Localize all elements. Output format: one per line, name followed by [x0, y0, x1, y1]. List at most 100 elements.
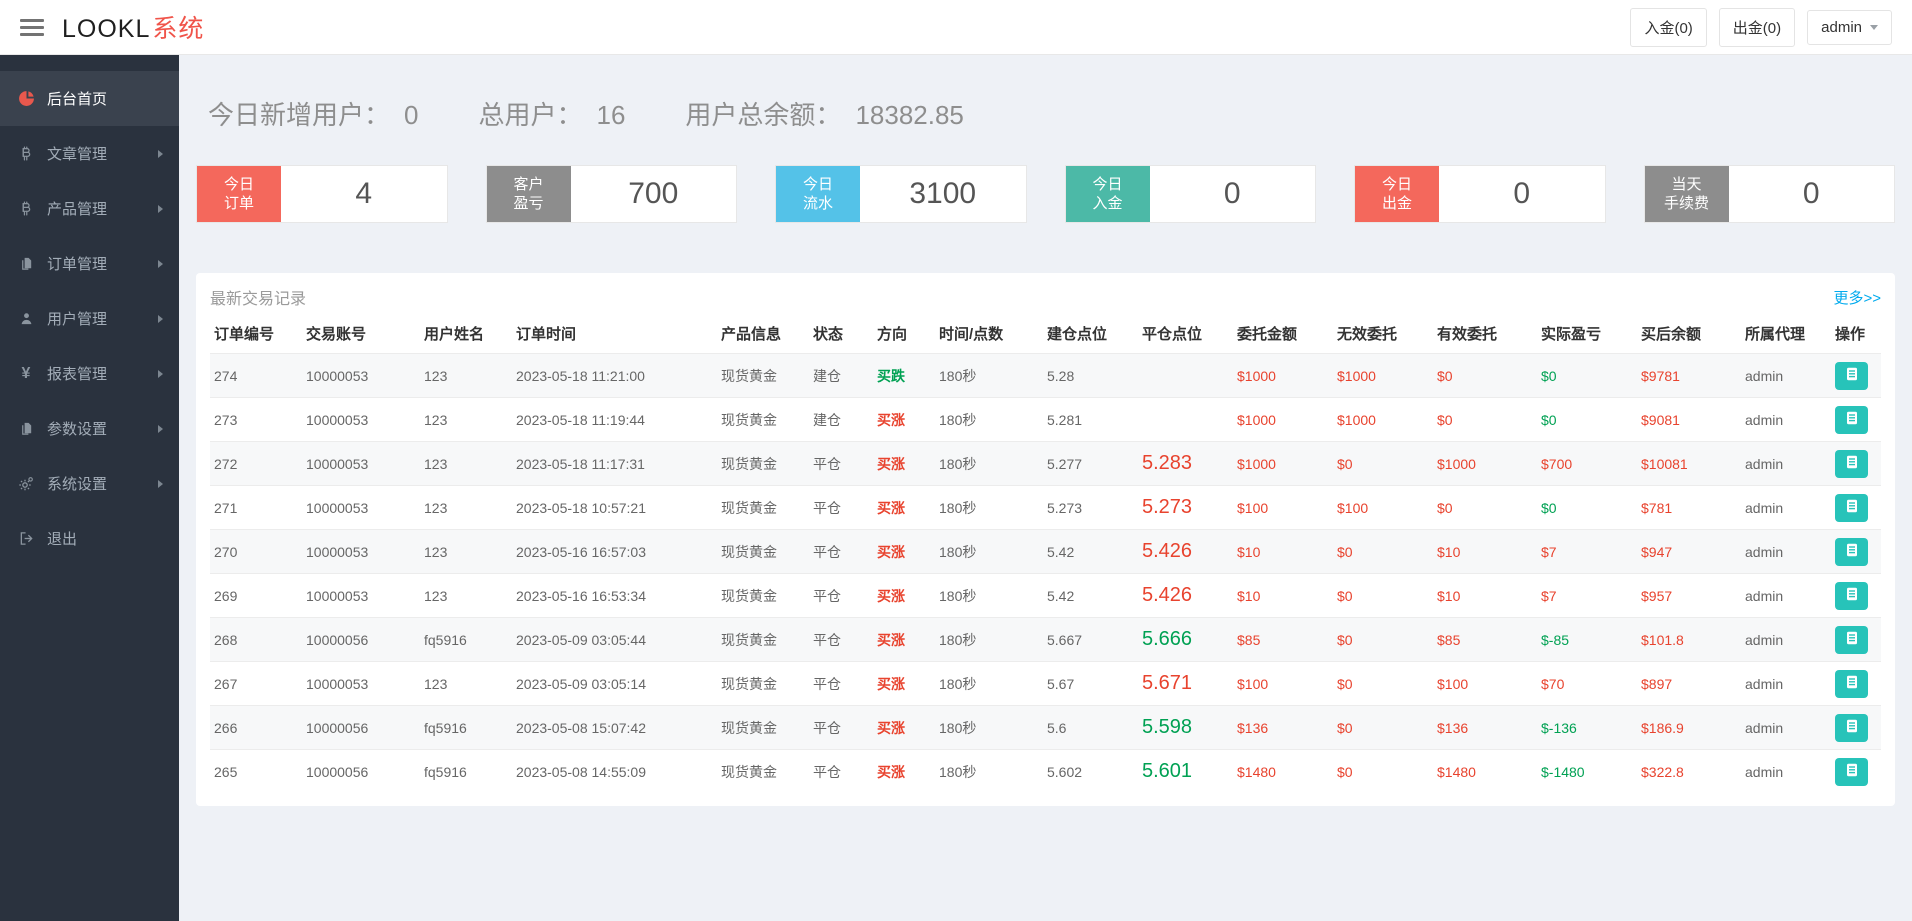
view-detail-button[interactable]	[1835, 494, 1868, 522]
cell-balance-after: $186.9	[1637, 706, 1741, 750]
cell-agent: admin	[1741, 618, 1831, 662]
detail-list-icon	[1844, 630, 1860, 649]
table-row: 271100000531232023-05-18 10:57:21现货黄金平仓买…	[210, 486, 1881, 530]
deposit-button[interactable]: 入金(0)	[1630, 8, 1706, 47]
copy-pages-icon	[16, 256, 36, 271]
card-label: 今日入金	[1066, 166, 1150, 222]
cell-user-name: 123	[420, 662, 512, 706]
card-label: 当天手续费	[1645, 166, 1729, 222]
cell-direction: 买涨	[873, 530, 935, 574]
cell-status: 平仓	[809, 442, 873, 486]
copy-pages-icon	[16, 421, 36, 436]
cell-account: 10000053	[302, 354, 420, 398]
column-header: 实际盈亏	[1537, 313, 1637, 354]
sidebar-item-system[interactable]: 系统设置	[0, 456, 179, 511]
cell-actions	[1831, 486, 1881, 530]
cell-duration: 180秒	[935, 574, 1043, 618]
cell-actual-pnl: $-136	[1537, 706, 1637, 750]
withdraw-button[interactable]: 出金(0)	[1719, 8, 1795, 47]
cell-order-id: 270	[210, 530, 302, 574]
cell-agent: admin	[1741, 574, 1831, 618]
sidebar-item-users[interactable]: 用户管理	[0, 291, 179, 346]
cell-invalid-entrust: $1000	[1333, 398, 1433, 442]
sidebar-item-orders[interactable]: 订单管理	[0, 236, 179, 291]
cell-duration: 180秒	[935, 486, 1043, 530]
card-value: 4	[281, 166, 447, 222]
cell-order-time: 2023-05-18 11:17:31	[512, 442, 717, 486]
column-header: 状态	[809, 313, 873, 354]
view-detail-button[interactable]	[1835, 670, 1868, 698]
cell-order-id: 273	[210, 398, 302, 442]
cell-agent: admin	[1741, 706, 1831, 750]
cell-actual-pnl: $70	[1537, 662, 1637, 706]
cell-actions	[1831, 530, 1881, 574]
menu-toggle-icon[interactable]	[20, 19, 44, 36]
table-row: 26610000056fq59162023-05-08 15:07:42现货黄金…	[210, 706, 1881, 750]
sidebar-item-params[interactable]: 参数设置	[0, 401, 179, 456]
stats-summary: 今日新增用户： 0 总用户： 16 用户总余额： 18382.85	[208, 95, 1895, 132]
cell-balance-after: $10081	[1637, 442, 1741, 486]
cell-status: 建仓	[809, 354, 873, 398]
view-detail-button[interactable]	[1835, 714, 1868, 742]
card-value: 0	[1729, 166, 1895, 222]
cell-order-time: 2023-05-16 16:53:34	[512, 574, 717, 618]
cell-product: 现货黄金	[717, 442, 809, 486]
user-menu-button[interactable]: admin	[1807, 10, 1892, 45]
card-label: 今日流水	[776, 166, 860, 222]
cell-product: 现货黄金	[717, 398, 809, 442]
view-detail-button[interactable]	[1835, 758, 1868, 786]
table-header-row: 订单编号交易账号用户姓名订单时间产品信息状态方向时间/点数建仓点位平仓点位委托金…	[210, 313, 1881, 354]
chevron-right-icon	[158, 370, 163, 378]
column-header: 用户姓名	[420, 313, 512, 354]
cell-direction: 买涨	[873, 442, 935, 486]
chevron-right-icon	[158, 260, 163, 268]
sidebar-item-articles[interactable]: 文章管理	[0, 126, 179, 181]
more-link[interactable]: 更多>>	[1833, 287, 1881, 308]
card-label: 今日出金	[1355, 166, 1439, 222]
detail-list-icon	[1844, 366, 1860, 385]
brand-main: LOOKL	[62, 15, 150, 44]
view-detail-button[interactable]	[1835, 450, 1868, 478]
cell-entrust-amount: $10	[1233, 530, 1333, 574]
cell-close-point	[1138, 354, 1233, 398]
view-detail-button[interactable]	[1835, 538, 1868, 566]
sidebar-item-reports[interactable]: 报表管理	[0, 346, 179, 401]
cell-order-time: 2023-05-18 10:57:21	[512, 486, 717, 530]
cell-balance-after: $957	[1637, 574, 1741, 618]
table-row: 267100000531232023-05-09 03:05:14现货黄金平仓买…	[210, 662, 1881, 706]
cell-balance-after: $9081	[1637, 398, 1741, 442]
sidebar-item-label: 退出	[47, 528, 77, 549]
table-row: 272100000531232023-05-18 11:17:31现货黄金平仓买…	[210, 442, 1881, 486]
topbar: LOOKL 系统 入金(0) 出金(0) admin	[0, 0, 1912, 55]
column-header: 有效委托	[1433, 313, 1537, 354]
column-header: 方向	[873, 313, 935, 354]
sidebar-item-logout[interactable]: 退出	[0, 511, 179, 566]
view-detail-button[interactable]	[1835, 406, 1868, 434]
cell-order-time: 2023-05-08 15:07:42	[512, 706, 717, 750]
cell-user-name: fq5916	[420, 618, 512, 662]
view-detail-button[interactable]	[1835, 626, 1868, 654]
cell-status: 平仓	[809, 618, 873, 662]
column-header: 订单时间	[512, 313, 717, 354]
view-detail-button[interactable]	[1835, 362, 1868, 390]
chevron-right-icon	[158, 315, 163, 323]
cell-duration: 180秒	[935, 618, 1043, 662]
cell-entrust-amount: $100	[1233, 486, 1333, 530]
detail-list-icon	[1844, 410, 1860, 429]
view-detail-button[interactable]	[1835, 582, 1868, 610]
cell-duration: 180秒	[935, 750, 1043, 794]
cell-balance-after: $897	[1637, 662, 1741, 706]
table-row: 274100000531232023-05-18 11:21:00现货黄金建仓买…	[210, 354, 1881, 398]
cell-close-point: 5.601	[1138, 750, 1233, 794]
cell-order-id: 271	[210, 486, 302, 530]
cell-user-name: 123	[420, 530, 512, 574]
sidebar-item-label: 报表管理	[47, 363, 107, 384]
cell-duration: 180秒	[935, 354, 1043, 398]
yen-icon	[16, 365, 36, 383]
sidebar-item-products[interactable]: 产品管理	[0, 181, 179, 236]
cell-product: 现货黄金	[717, 354, 809, 398]
sidebar-item-dashboard[interactable]: 后台首页	[0, 71, 179, 126]
cell-agent: admin	[1741, 530, 1831, 574]
cell-actions	[1831, 618, 1881, 662]
cell-order-id: 267	[210, 662, 302, 706]
